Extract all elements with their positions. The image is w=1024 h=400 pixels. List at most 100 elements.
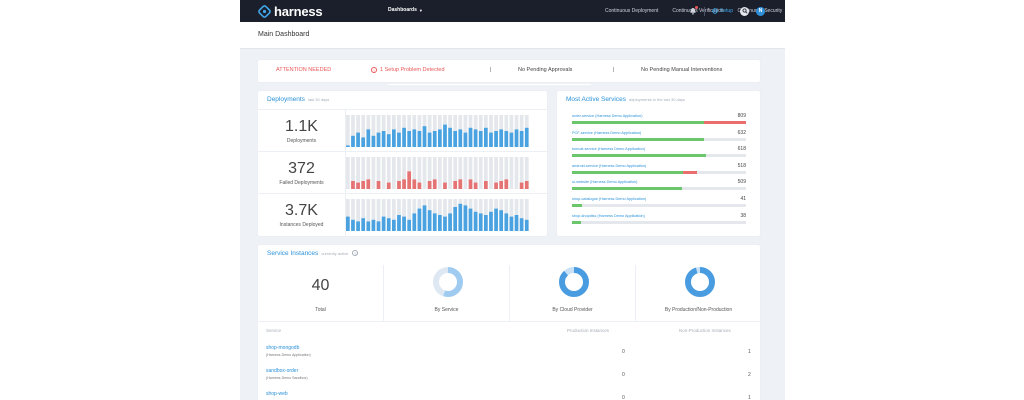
- service-name-link[interactable]: sandbox-order: [266, 368, 298, 374]
- bar[interactable]: [397, 181, 401, 189]
- bar[interactable]: [417, 131, 422, 147]
- bar[interactable]: [402, 179, 406, 189]
- bar[interactable]: [371, 219, 376, 231]
- bar[interactable]: [519, 218, 524, 231]
- bar[interactable]: [519, 131, 524, 147]
- bar[interactable]: [412, 179, 417, 189]
- bar[interactable]: [438, 129, 442, 147]
- service-name-link[interactable]: PCF-service (Harness Demo Application): [572, 131, 641, 135]
- bar[interactable]: [468, 127, 473, 147]
- deployments-title[interactable]: Deployments last 30 days: [267, 96, 329, 103]
- bar[interactable]: [407, 131, 412, 147]
- bar[interactable]: [473, 211, 478, 231]
- bar[interactable]: [412, 213, 417, 231]
- bar[interactable]: [432, 179, 437, 189]
- bar[interactable]: [346, 145, 350, 147]
- bar[interactable]: [514, 129, 519, 147]
- most-active-services-title[interactable]: Most Active Services deployments in the l…: [566, 96, 685, 103]
- bar[interactable]: [453, 181, 458, 189]
- bar[interactable]: [432, 131, 437, 147]
- bar[interactable]: [417, 208, 422, 231]
- service-row[interactable]: order-service (Harness Demo Application)…: [572, 113, 746, 130]
- bar[interactable]: [448, 127, 452, 147]
- bar[interactable]: [402, 216, 406, 231]
- bar[interactable]: [494, 182, 498, 189]
- bar[interactable]: [371, 135, 376, 147]
- bar[interactable]: [443, 124, 447, 147]
- bar[interactable]: [392, 129, 396, 147]
- bar[interactable]: [346, 216, 350, 231]
- bar[interactable]: [376, 181, 381, 189]
- bar[interactable]: [417, 182, 422, 189]
- service-instances-title[interactable]: Service Instances currently active?: [267, 250, 359, 257]
- bar[interactable]: [412, 129, 417, 147]
- bar[interactable]: [494, 208, 498, 231]
- service-row[interactable]: tomcat-service (Harness Demo Application…: [572, 146, 746, 163]
- bar[interactable]: [351, 181, 355, 189]
- bar[interactable]: [351, 135, 355, 147]
- bar[interactable]: [386, 218, 391, 231]
- bar[interactable]: [366, 221, 371, 231]
- bar[interactable]: [392, 219, 396, 231]
- nav-item-continuous-deployment[interactable]: Continuous Deployment: [605, 8, 658, 14]
- bar[interactable]: [504, 179, 509, 189]
- bar[interactable]: [397, 215, 401, 231]
- service-name-link[interactable]: shop-mongodb: [266, 345, 299, 351]
- bar[interactable]: [407, 219, 412, 231]
- bar[interactable]: [366, 179, 371, 189]
- bar[interactable]: [402, 127, 406, 147]
- service-row[interactable]: shop-catalogue (Harness Demo Application…: [572, 196, 746, 213]
- bar[interactable]: [484, 181, 488, 189]
- service-name-link[interactable]: shop-catalogue (Harness Demo Application…: [572, 197, 646, 201]
- bar[interactable]: [484, 215, 488, 231]
- bar[interactable]: [468, 208, 473, 231]
- bar[interactable]: [386, 182, 391, 189]
- bar[interactable]: [509, 132, 514, 147]
- bar[interactable]: [499, 129, 504, 147]
- bar[interactable]: [473, 129, 478, 147]
- bar[interactable]: [519, 182, 524, 189]
- bar[interactable]: [514, 215, 519, 231]
- service-name-link[interactable]: shop-web: [266, 391, 288, 397]
- bar[interactable]: [524, 127, 529, 147]
- bar[interactable]: [453, 207, 458, 231]
- bar[interactable]: [484, 127, 488, 147]
- bar[interactable]: [427, 181, 432, 189]
- bar[interactable]: [458, 203, 463, 231]
- bar[interactable]: [427, 210, 432, 231]
- bar[interactable]: [504, 131, 509, 147]
- bar[interactable]: [463, 132, 468, 147]
- bar[interactable]: [386, 134, 391, 147]
- harness-logo[interactable]: harness: [258, 3, 323, 19]
- service-row[interactable]: shop-shopdisc (Harness Demo Application)…: [572, 213, 746, 230]
- bar[interactable]: [489, 211, 493, 231]
- bar[interactable]: [473, 182, 478, 189]
- bar[interactable]: [427, 132, 432, 147]
- bar[interactable]: [448, 213, 452, 231]
- bar[interactable]: [499, 181, 504, 189]
- service-name-link[interactable]: ui-website (Harness Demo Application): [572, 180, 637, 184]
- donut-chart[interactable]: [558, 266, 590, 298]
- bar[interactable]: [499, 210, 504, 231]
- search-button[interactable]: [740, 6, 749, 16]
- bar[interactable]: [478, 131, 483, 147]
- bar[interactable]: [494, 131, 498, 147]
- service-name-link[interactable]: shop-shopdisc (Harness Demo Application): [572, 214, 645, 218]
- service-row[interactable]: ui-website (Harness Demo Application) 509: [572, 179, 746, 196]
- donut-chart[interactable]: [432, 266, 464, 298]
- bar[interactable]: [468, 179, 473, 189]
- bar[interactable]: [407, 171, 412, 189]
- bar[interactable]: [422, 205, 427, 231]
- service-name-link[interactable]: order-service (Harness Demo Application): [572, 114, 642, 118]
- setup-problem-link[interactable]: ! 1 Setup Problem Detected: [371, 67, 445, 73]
- bar[interactable]: [504, 213, 509, 231]
- bar[interactable]: [489, 132, 493, 147]
- bar[interactable]: [509, 216, 514, 231]
- donut-segment[interactable]: [559, 267, 589, 297]
- bar[interactable]: [381, 131, 386, 147]
- bar[interactable]: [381, 216, 386, 231]
- bar[interactable]: [458, 129, 463, 147]
- bar[interactable]: [443, 216, 447, 231]
- bar[interactable]: [463, 205, 468, 231]
- bar[interactable]: [356, 182, 360, 189]
